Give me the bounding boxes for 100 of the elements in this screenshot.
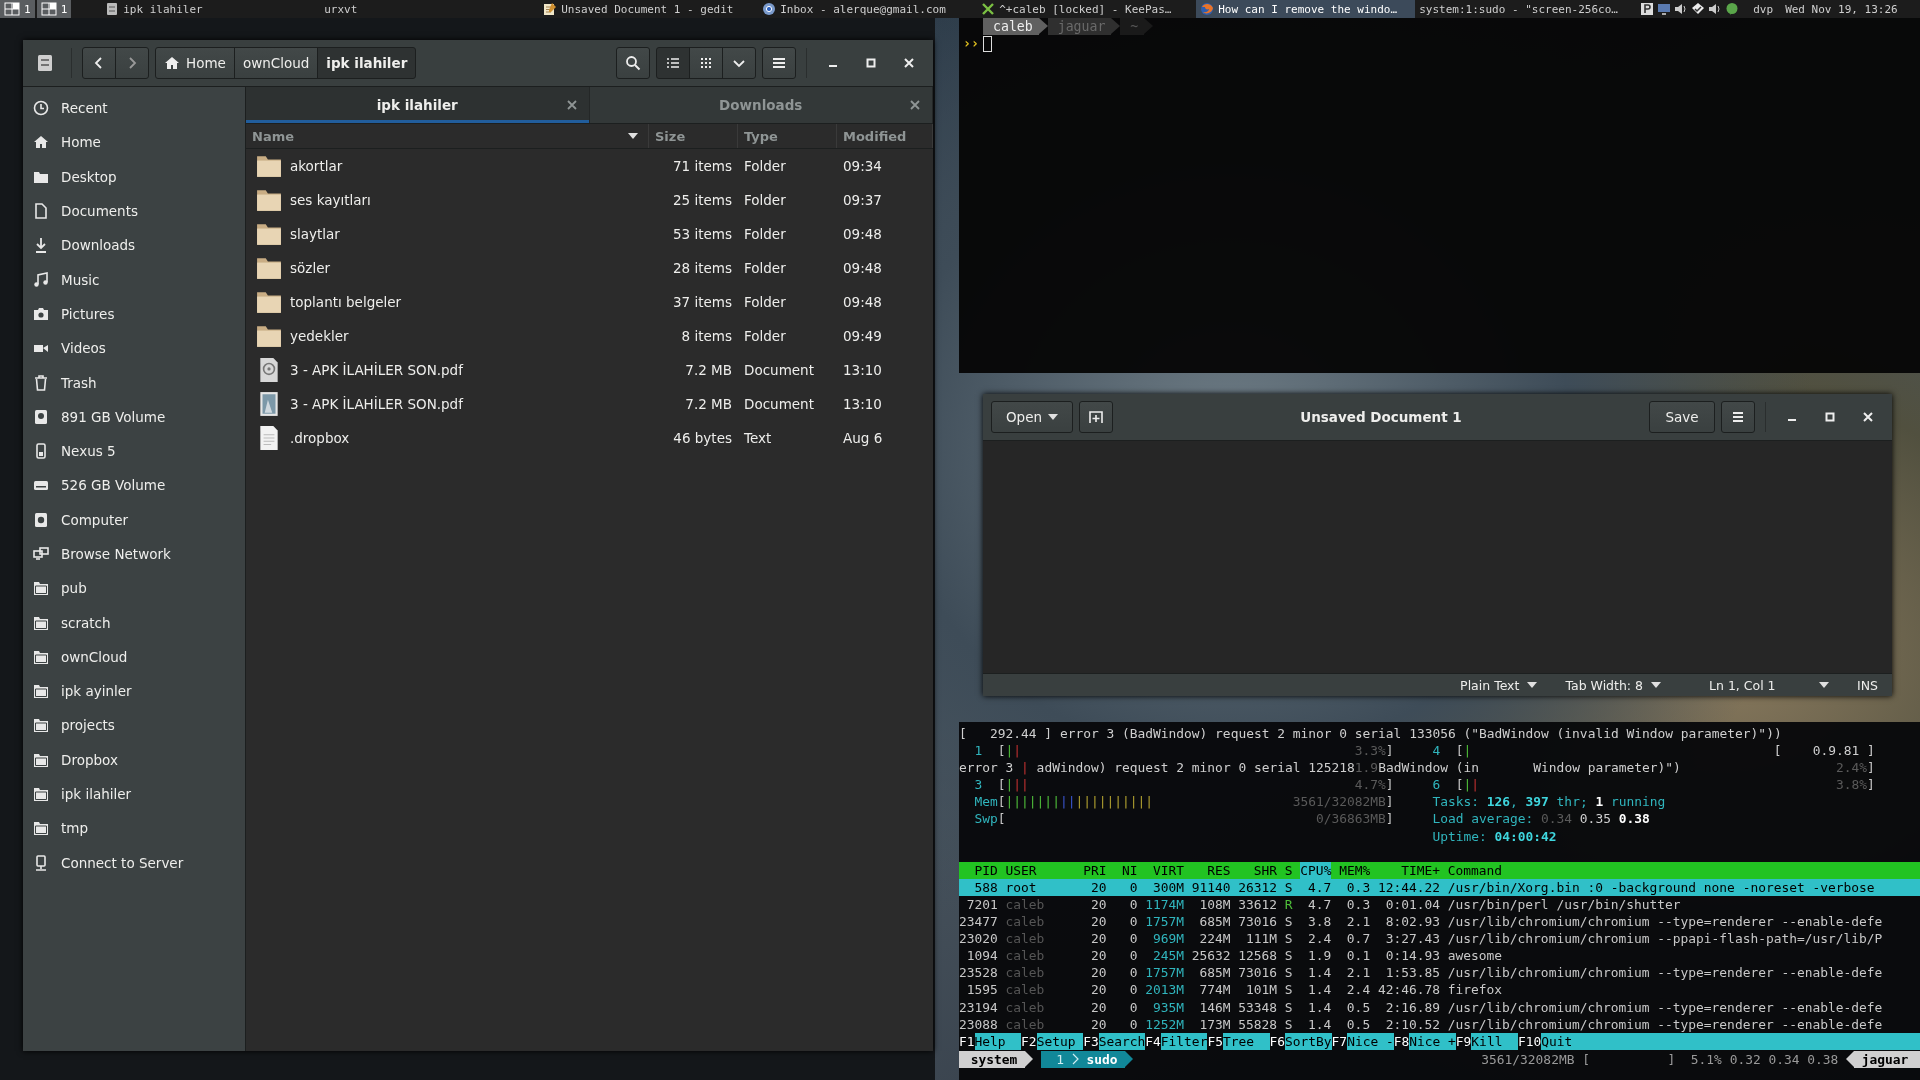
network-icon[interactable] xyxy=(1691,2,1706,16)
task-button[interactable]: system:1:sudo - "screen-256co… xyxy=(1415,0,1635,18)
task-button[interactable]: Inbox - alerque@gmail.com xyxy=(758,0,978,18)
file-name[interactable]: slaytlar xyxy=(290,226,340,242)
view-options-button[interactable] xyxy=(722,47,756,79)
column-header[interactable]: RES xyxy=(1191,861,1231,879)
tab[interactable]: Downloads xyxy=(589,87,933,123)
sidebar-item[interactable]: Downloads xyxy=(23,228,245,263)
menu-button[interactable] xyxy=(762,47,796,79)
sidebar-item[interactable]: Trash xyxy=(23,365,245,400)
workspace-button[interactable]: 1 xyxy=(36,0,72,18)
file-name[interactable]: sözler xyxy=(290,260,330,276)
sidebar-item[interactable]: Pictures xyxy=(23,296,245,332)
column-header[interactable]: VIRT xyxy=(1145,861,1184,879)
process-row[interactable]: 23088 caleb 20 0 1252M 173M 55828 S 1.4 0.5 2:10.52 /usr/lib/chromium/chromium --type=renderer --enable-defe xyxy=(959,1015,1920,1033)
sidebar-item[interactable]: Videos xyxy=(23,331,245,366)
file-name[interactable]: 3 - APK İLAHİLER SON.pdf xyxy=(290,396,463,412)
column-header[interactable]: USER xyxy=(1005,861,1076,879)
function-key-label[interactable]: Search xyxy=(1098,1032,1146,1050)
process-row[interactable]: 23528 caleb 20 0 1757M 685M 73016 S 1.4 2.1 1:53.85 /usr/lib/chromium/chromium --type=renderer --enable-defe xyxy=(959,964,1920,982)
process-row[interactable]: 23477 caleb 20 0 1757M 685M 73016 S 3.8 2.1 8:02.93 /usr/lib/chromium/chromium --type=renderer --enable-defe xyxy=(959,913,1920,931)
sidebar-item[interactable]: Computer xyxy=(23,502,245,537)
sidebar-item[interactable]: pub xyxy=(23,571,245,606)
function-key-label[interactable]: SortBy xyxy=(1285,1032,1332,1050)
breadcrumb-button[interactable]: ipk ilahiler xyxy=(317,47,417,79)
new-tab-button[interactable] xyxy=(1079,401,1113,433)
file-name[interactable]: 3 - APK İLAHİLER SON.pdf xyxy=(290,362,463,378)
sidebar-item[interactable]: Connect to Server xyxy=(23,845,245,880)
function-key-label[interactable]: Kill xyxy=(1471,1032,1518,1050)
function-key-label[interactable]: Filter xyxy=(1160,1032,1208,1050)
status-item[interactable]: Ln 1, Col 1 xyxy=(1695,677,1843,693)
task-button[interactable]: urxvt xyxy=(320,0,540,18)
column-header[interactable]: PID xyxy=(959,861,998,879)
sidebar-item[interactable]: tmp xyxy=(23,811,245,846)
file-name[interactable]: yedekler xyxy=(290,328,349,344)
function-key-label[interactable]: Tree xyxy=(1222,1032,1270,1050)
sidebar-item[interactable]: Documents xyxy=(23,193,245,229)
status-item[interactable]: Plain Text xyxy=(1446,677,1552,693)
column-header[interactable]: Command xyxy=(1447,861,1920,879)
function-key-label[interactable]: Setup xyxy=(1036,1032,1084,1050)
parking-icon[interactable] xyxy=(1640,2,1655,16)
process-row[interactable]: 1094 caleb 20 0 245M 25632 12568 S 1.9 0.1 0:14.93 awesome xyxy=(959,947,1920,965)
column-header[interactable]: Modified xyxy=(837,124,933,148)
open-button[interactable]: Open xyxy=(991,401,1073,433)
speaker-icon[interactable] xyxy=(1674,2,1689,16)
workspace-button[interactable]: 1 xyxy=(0,0,35,18)
sidebar-item[interactable]: Desktop xyxy=(23,159,245,194)
status-item[interactable]: Tab Width: 8 xyxy=(1551,677,1675,693)
column-header[interactable]: S xyxy=(1284,861,1293,879)
sidebar-item[interactable]: Music xyxy=(23,262,245,297)
file-name[interactable]: akortlar xyxy=(290,158,343,174)
process-row[interactable]: 23194 caleb 20 0 935M 146M 53348 S 1.4 0.5 2:16.89 /usr/lib/chromium/chromium --type=renderer --enable-defe xyxy=(959,998,1920,1016)
close-icon[interactable] xyxy=(566,100,577,110)
file-name[interactable]: toplantı belgeler xyxy=(290,294,402,310)
sidebar-item[interactable]: 526 GB Volume xyxy=(23,468,245,503)
function-key-label[interactable]: Nice + xyxy=(1409,1032,1456,1050)
column-header[interactable]: PRI xyxy=(1083,861,1107,879)
sidebar-item[interactable]: projects xyxy=(23,708,245,743)
column-header[interactable]: SHR xyxy=(1238,861,1278,879)
menu-button[interactable] xyxy=(1721,401,1755,433)
search-button[interactable] xyxy=(616,47,650,79)
function-key-label[interactable]: Help xyxy=(974,1032,1022,1050)
task-button[interactable]: How can I remove the windo… xyxy=(1196,0,1416,18)
process-row[interactable]: 7201 caleb 20 0 1174M 108M 33612 R 4.7 0.3 0:01.04 /usr/bin/perl /usr/bin/shutter xyxy=(959,895,1920,914)
column-header[interactable]: Size xyxy=(649,124,738,148)
monitor-icon[interactable] xyxy=(1657,2,1672,16)
list-view-button[interactable] xyxy=(656,47,690,79)
process-row[interactable]: 1595 caleb 20 0 2013M 774M 101M S 1.4 2.4 42:46.78 firefox xyxy=(959,981,1920,999)
column-header[interactable]: NI xyxy=(1114,861,1138,879)
grid-view-button[interactable] xyxy=(689,47,723,79)
forward-button[interactable] xyxy=(115,47,149,79)
column-header[interactable]: TIME+ xyxy=(1377,861,1440,879)
screen-window-tab[interactable]: 1 sudo xyxy=(1040,1050,1126,1068)
back-button[interactable] xyxy=(82,47,116,79)
sidebar-item[interactable]: Nexus 5 xyxy=(23,433,245,469)
tab[interactable]: ipk ilahiler xyxy=(246,87,590,123)
function-key-label[interactable]: Quit xyxy=(1541,1032,1920,1050)
speaker-icon[interactable] xyxy=(1708,2,1723,16)
file-name[interactable]: .dropbox xyxy=(290,430,350,446)
file-name[interactable]: ses kayıtları xyxy=(290,192,371,208)
sidebar-item[interactable]: Home xyxy=(23,125,245,160)
sidebar-item[interactable]: ownCloud xyxy=(23,639,245,675)
close-icon[interactable] xyxy=(910,100,920,110)
column-header[interactable]: MEM% xyxy=(1339,861,1371,879)
breadcrumb-button[interactable]: ownCloud xyxy=(233,47,319,79)
breadcrumb-button[interactable]: Home xyxy=(155,47,235,79)
column-header[interactable]: Name xyxy=(246,124,649,148)
sidebar-item[interactable]: scratch xyxy=(23,605,245,640)
task-button[interactable]: ipk ilahiler xyxy=(101,0,321,18)
sidebar-item[interactable]: 891 GB Volume xyxy=(23,399,245,434)
sidebar-item[interactable]: Dropbox xyxy=(23,742,245,777)
column-header[interactable]: Type xyxy=(738,124,837,148)
task-button[interactable]: ^+caleb [locked] - KeePas… xyxy=(977,0,1197,18)
task-button[interactable]: Unsaved Document 1 - gedit xyxy=(539,0,759,18)
sidebar-item[interactable]: Recent xyxy=(23,91,245,126)
sidebar-item[interactable]: ipk ayinler xyxy=(23,674,245,709)
sidebar-item[interactable]: ipk ilahiler xyxy=(23,776,245,812)
function-key-label[interactable]: Nice - xyxy=(1347,1032,1394,1050)
sidebar-item[interactable]: Browse Network xyxy=(23,536,245,572)
save-button[interactable]: Save xyxy=(1649,401,1715,433)
